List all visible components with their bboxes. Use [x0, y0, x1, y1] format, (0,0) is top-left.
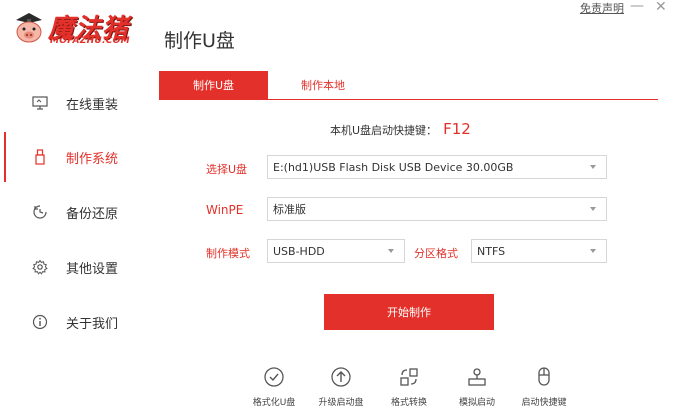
- logo-pig-icon: [14, 12, 44, 44]
- tool-simulate-boot[interactable]: 模拟启动: [445, 366, 509, 408]
- tool-boot-hotkey[interactable]: 启动快捷键: [512, 366, 576, 408]
- sidebar-item-label: 制作系统: [66, 151, 119, 167]
- usb-select-label: 选择U盘: [206, 163, 248, 176]
- chevron-down-icon: [590, 207, 596, 211]
- sidebar-item-online-reinstall[interactable]: 在线重装: [0, 83, 150, 123]
- disclaimer-link[interactable]: 免责声明: [580, 0, 624, 16]
- chevron-down-icon: [388, 249, 394, 253]
- partition-select-label: 分区格式: [414, 247, 458, 260]
- tab-make-local[interactable]: 制作本地: [278, 71, 368, 99]
- logo-subtext: MOFAZHU.COM: [50, 36, 130, 46]
- sidebar-item-make-system[interactable]: 制作系统: [0, 137, 150, 177]
- chevron-down-icon: [590, 249, 596, 253]
- tool-upgrade-boot[interactable]: 升级启动盘: [309, 366, 373, 408]
- tool-label: 格式化U盘: [252, 398, 296, 408]
- gear-icon: [32, 259, 48, 275]
- sidebar-item-backup-restore[interactable]: 备份还原: [0, 192, 150, 232]
- chevron-down-icon: [590, 165, 596, 169]
- winpe-select[interactable]: 标准版: [267, 197, 607, 221]
- minimize-button[interactable]: —: [630, 0, 644, 14]
- tab-underline: [159, 99, 658, 100]
- close-button[interactable]: ✕: [655, 0, 667, 15]
- usb-select[interactable]: E:(hd1)USB Flash Disk USB Device 30.00GB: [267, 155, 607, 179]
- hotkey-info: 本机U盘启动快捷键： F12: [330, 120, 471, 138]
- sidebar-item-label: 其他设置: [66, 261, 119, 277]
- convert-icon: [398, 366, 420, 388]
- tool-label: 升级启动盘: [318, 398, 364, 408]
- tool-label: 格式转换: [390, 398, 427, 408]
- mouse-icon: [533, 366, 555, 388]
- tab-make-usb[interactable]: 制作U盘: [159, 71, 268, 99]
- backup-icon: [32, 204, 48, 220]
- start-make-button[interactable]: 开始制作: [324, 294, 494, 330]
- page-title: 制作U盘: [164, 30, 235, 52]
- winpe-select-label: WinPE: [206, 203, 244, 217]
- tool-label: 启动快捷键: [521, 398, 567, 408]
- mode-select-label: 制作模式: [206, 247, 250, 260]
- tool-format-usb[interactable]: 格式化U盘: [242, 366, 306, 408]
- hotkey-key: F12: [443, 120, 471, 138]
- tool-format-convert[interactable]: 格式转换: [377, 366, 441, 408]
- info-icon: [32, 314, 48, 330]
- upgrade-arrow-icon: [330, 366, 352, 388]
- mode-select-value: USB-HDD: [273, 244, 325, 258]
- winpe-select-value: 标准版: [273, 203, 306, 216]
- usb-select-value: E:(hd1)USB Flash Disk USB Device 30.00GB: [273, 160, 514, 174]
- partition-select[interactable]: NTFS: [471, 239, 607, 263]
- mode-select[interactable]: USB-HDD: [267, 239, 405, 263]
- hotkey-label: 本机U盘启动快捷键：: [330, 124, 438, 137]
- monitor-icon: [32, 95, 48, 111]
- format-check-icon: [263, 366, 285, 388]
- sidebar-item-label: 关于我们: [66, 316, 119, 332]
- sidebar-item-other-settings[interactable]: 其他设置: [0, 247, 150, 287]
- usb-drive-icon: [32, 149, 48, 165]
- sidebar-item-label: 备份还原: [66, 206, 119, 222]
- partition-select-value: NTFS: [477, 244, 506, 258]
- sidebar-item-about-us[interactable]: 关于我们: [0, 302, 150, 342]
- simulate-boot-icon: [466, 366, 488, 388]
- sidebar-item-label: 在线重装: [66, 97, 119, 113]
- tool-label: 模拟启动: [458, 398, 495, 408]
